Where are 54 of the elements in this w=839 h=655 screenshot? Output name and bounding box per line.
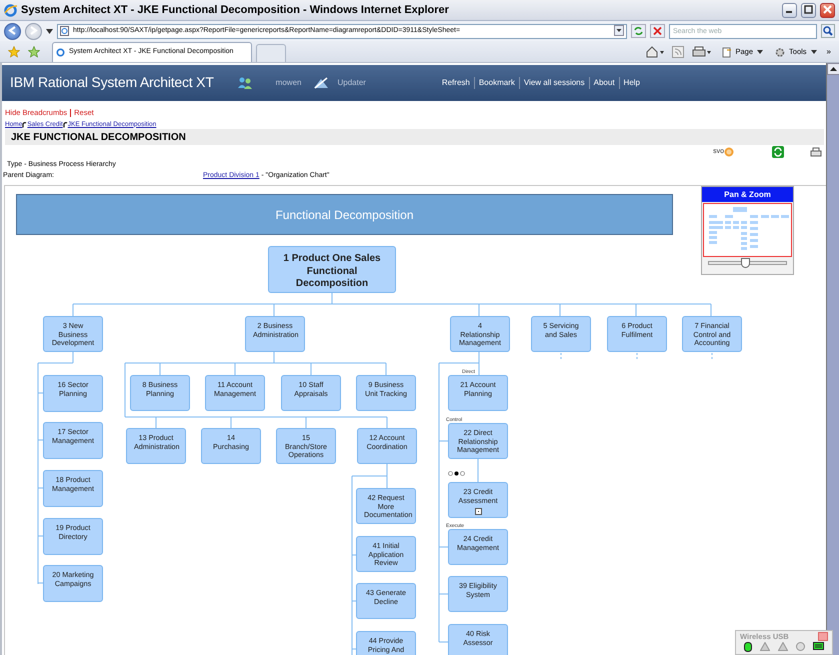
app-title: IBM Rational System Architect XT [10,73,214,92]
page-icon [60,26,69,36]
refresh-icon[interactable] [772,146,784,158]
caret-icon[interactable] [46,28,53,34]
header-link[interactable]: About [588,76,619,89]
minimap-drawing[interactable] [703,203,792,258]
maximize-button[interactable] [801,2,816,18]
page-dots-icon [448,471,465,476]
scrollbar[interactable] [826,63,839,655]
zoom-slider[interactable] [708,261,787,266]
close-icon [823,5,832,14]
header-link[interactable]: Refresh [438,76,474,89]
search-button[interactable] [821,24,835,38]
diagram-node[interactable]: 1 Product One Sales Functional Decomposition [268,246,396,294]
page-heading: JKE FUNCTIONAL DECOMPOSITION [5,129,824,146]
dropdown-icon[interactable] [614,25,624,36]
expand-icon[interactable] [475,508,482,516]
connector-line [636,352,638,362]
add-favorite-icon[interactable] [28,46,40,58]
mouse-icon[interactable] [744,642,752,652]
window-title: System Architect XT - JKE Functional Decomposition - Windows Internet Explorer [21,2,450,18]
caret-icon [810,50,817,54]
favorites-star-icon[interactable] [8,46,20,58]
header-link[interactable]: Bookmark [474,76,519,89]
page-icon [722,46,732,58]
header-link[interactable]: View all sessions [518,76,589,89]
users-icon [238,76,252,89]
connector-line [560,352,562,362]
gear-icon [775,46,786,58]
print-icon[interactable] [810,146,822,158]
circle-icon[interactable] [796,642,805,652]
caret-icon [757,50,764,54]
stop-icon[interactable] [650,24,665,38]
browser-logo-icon [4,4,17,16]
pan-zoom-title: Pan & Zoom [702,187,793,202]
header-link[interactable]: Help [618,76,644,89]
print-icon[interactable] [692,46,712,58]
pen-icon [313,76,330,89]
refresh-icon[interactable] [631,24,646,38]
updater-label: Updater [337,76,366,89]
maximize-icon [804,5,813,14]
home-icon[interactable] [646,46,664,58]
feed-icon[interactable] [672,46,684,58]
slider-thumb[interactable] [740,258,750,268]
page-icon [56,48,65,57]
keyboard-icon[interactable] [813,642,824,650]
user-name: mowen [276,76,302,89]
search-icon [823,26,833,36]
overflow-chevron[interactable]: » [826,46,831,58]
scroll-up-icon[interactable] [827,63,839,75]
close-button[interactable] [820,2,835,18]
diagram-banner: Functional Decomposition [16,194,673,236]
minimize-button[interactable] [782,2,797,18]
back-button[interactable] [4,22,21,40]
